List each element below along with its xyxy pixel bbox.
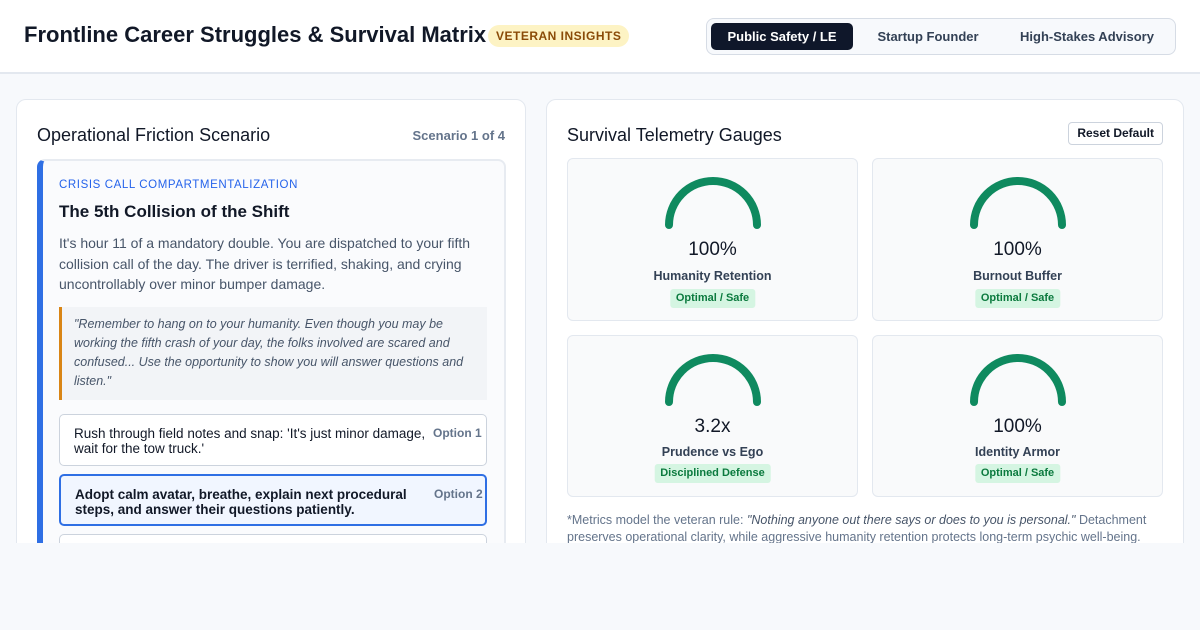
gauge-value: 100% <box>993 416 1042 437</box>
scenario-heading: The 5th Collision of the Shift <box>59 202 290 221</box>
telemetry-panel-title: Survival Telemetry Gauges <box>567 125 782 145</box>
scenario-category: CRISIS CALL COMPARTMENTALIZATION <box>59 179 299 191</box>
option-text: Rush through field notes and snap: 'It's… <box>74 426 426 456</box>
gauge-arc-icon <box>665 177 761 229</box>
app-header: Frontline Career Struggles & Survival Ma… <box>0 0 1200 74</box>
option-label: Option 1 <box>433 426 482 440</box>
gauge-burnout-buffer: 100% Burnout Buffer Optimal / Safe <box>872 158 1163 321</box>
footnote-quote: "Nothing anyone out there says or does t… <box>746 513 1076 527</box>
gauge-label: Prudence vs Ego <box>661 445 764 459</box>
gauge-arc-icon <box>665 354 761 406</box>
scenario-counter: Scenario 1 of 4 <box>412 128 505 143</box>
scenario-option-1[interactable]: Rush through field notes and snap: 'It's… <box>59 414 487 466</box>
status-badge: Optimal / Safe <box>669 289 756 308</box>
main-content: Operational Friction Scenario Scenario 1… <box>0 76 1200 543</box>
tab-startup-founder[interactable]: Startup Founder <box>863 23 993 50</box>
option-text: Adopt calm avatar, breathe, explain next… <box>75 487 407 517</box>
scenario-card: CRISIS CALL COMPARTMENTALIZATION The 5th… <box>37 159 506 543</box>
gauge-humanity-retention: 100% Humanity Retention Optimal / Safe <box>567 158 858 321</box>
gauge-prudence-vs-ego: 3.2x Prudence vs Ego Disciplined Defense <box>567 335 858 497</box>
footnote-prefix: *Metrics model the veteran rule: <box>567 513 747 527</box>
scenario-option-3[interactable] <box>59 534 487 543</box>
gauge-label: Burnout Buffer <box>973 269 1062 283</box>
scenario-panel-title: Operational Friction Scenario <box>37 125 271 145</box>
scenario-description: It's hour 11 of a mandatory double. You … <box>59 235 471 292</box>
gauge-label: Identity Armor <box>975 445 1060 459</box>
status-badge: Disciplined Defense <box>654 464 771 483</box>
gauge-arc-icon <box>970 354 1066 406</box>
scenario-option-2[interactable]: Adopt calm avatar, breathe, explain next… <box>59 474 487 526</box>
veteran-quote: "Remember to hang on to your humanity. E… <box>59 307 487 400</box>
gauge-value: 100% <box>993 239 1042 260</box>
tab-high-stakes-advisory[interactable]: High-Stakes Advisory <box>1003 23 1171 50</box>
gauge-value: 100% <box>688 239 737 260</box>
gauge-arc-icon <box>970 177 1066 229</box>
reset-default-button[interactable]: Reset Default <box>1068 122 1163 145</box>
telemetry-panel: Survival Telemetry Gauges Reset Default … <box>546 99 1184 543</box>
tab-public-safety[interactable]: Public Safety / LE <box>711 23 853 50</box>
option-label: Option 2 <box>434 487 483 501</box>
metrics-footnote: *Metrics model the veteran rule: "Nothin… <box>567 512 1167 543</box>
gauge-label: Humanity Retention <box>653 269 772 283</box>
scenario-panel: Operational Friction Scenario Scenario 1… <box>16 99 526 543</box>
career-track-tabs: Public Safety / LE Startup Founder High-… <box>706 18 1176 55</box>
status-badge: Optimal / Safe <box>974 289 1061 308</box>
page-title: Frontline Career Struggles & Survival Ma… <box>24 22 487 47</box>
gauge-identity-armor: 100% Identity Armor Optimal / Safe <box>872 335 1163 497</box>
status-badge: Optimal / Safe <box>974 464 1061 483</box>
gauge-value: 3.2x <box>694 416 731 437</box>
veteran-insights-badge: VETERAN INSIGHTS <box>488 25 630 47</box>
